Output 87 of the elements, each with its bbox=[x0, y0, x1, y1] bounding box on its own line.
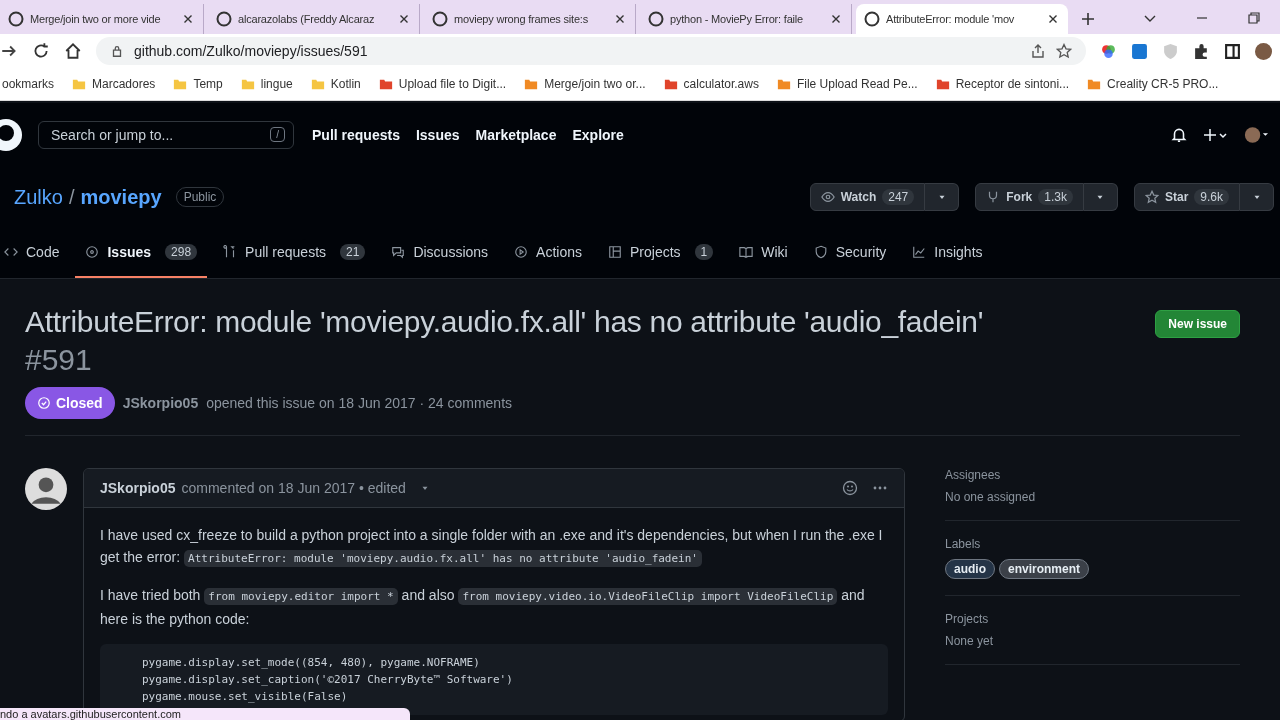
bookmark[interactable]: File Upload Read Pe... bbox=[776, 77, 918, 91]
bookmark[interactable]: Creality CR-5 PRO... bbox=[1087, 77, 1219, 91]
bookmark[interactable]: calculator.aws bbox=[663, 77, 759, 91]
comment-paragraph: I have tried both from moviepy.editor import * and also from moviepy.video.io.VideoFileClip import VideoFileClip and here is the python code: bbox=[100, 586, 866, 629]
avatar-icon[interactable] bbox=[1244, 125, 1268, 144]
bookmark-icon bbox=[524, 77, 539, 91]
table-icon bbox=[608, 245, 622, 259]
bookmark-icon bbox=[72, 77, 86, 91]
sidebar-heading[interactable]: Labels bbox=[945, 537, 1240, 551]
bookmark[interactable]: ookmarks bbox=[2, 77, 54, 91]
status-bubble: ndo a avatars.githubusercontent.com bbox=[0, 708, 410, 720]
reload-icon[interactable] bbox=[32, 42, 50, 60]
repo-tab[interactable]: Projects 1 bbox=[598, 228, 724, 278]
book-icon bbox=[739, 245, 754, 259]
home-icon[interactable] bbox=[64, 42, 82, 60]
new-tab-icon[interactable] bbox=[1080, 11, 1096, 27]
avatar-icon bbox=[25, 468, 67, 510]
repo-tab[interactable]: Pull requests 21 bbox=[213, 228, 376, 278]
extension-icon[interactable] bbox=[1100, 42, 1117, 60]
issue-title: AttributeError: module 'moviepy.audio.fx.all' has no attribute 'audio_fadein' bbox=[25, 305, 984, 339]
nav-link[interactable]: Marketplace bbox=[475, 126, 557, 143]
bookmark[interactable]: Kotlin bbox=[310, 77, 361, 91]
new-issue-button[interactable]: New issue bbox=[1155, 310, 1240, 338]
issue-label[interactable]: audio bbox=[945, 559, 995, 579]
graph-icon bbox=[912, 245, 927, 259]
code-icon bbox=[4, 245, 18, 259]
author-link[interactable]: JSkorpio05 bbox=[100, 480, 176, 496]
repo-tab[interactable]: Code bbox=[0, 228, 70, 278]
path-separator: / bbox=[68, 185, 75, 209]
repo-tab[interactable]: Actions bbox=[504, 228, 592, 278]
github-logo-icon[interactable] bbox=[0, 118, 22, 151]
address-bar[interactable]: github.com/Zulko/moviepy/issues/591 bbox=[96, 37, 1086, 65]
bookmark-icon bbox=[240, 77, 255, 91]
share-icon[interactable] bbox=[1030, 43, 1046, 59]
puzzle-icon[interactable] bbox=[1193, 42, 1210, 60]
comment-paragraph: I have used cx_freeze to build a python project into a single folder with an .exe and it's dependencies, but when I run the .exe I get the error: AttributeError: module 'moviepy.audio.fx.all' has no attribute 'audio_fadein' bbox=[100, 526, 884, 569]
repo-tab[interactable]: Wiki bbox=[729, 228, 798, 278]
repo-link[interactable]: moviepy bbox=[80, 185, 162, 209]
smiley-icon[interactable] bbox=[842, 480, 858, 496]
chat-icon bbox=[391, 245, 406, 259]
owner-link[interactable]: Zulko bbox=[14, 185, 63, 209]
repo-action-button[interactable]: Star 9.6k bbox=[1133, 183, 1240, 211]
bookmark-icon bbox=[663, 77, 678, 91]
nav-link[interactable]: Issues bbox=[415, 126, 460, 143]
comment-meta: commented on 18 Jun 2017 • edited bbox=[181, 480, 406, 496]
bookmark[interactable]: Temp bbox=[173, 77, 223, 91]
issue-label[interactable]: environment bbox=[999, 559, 1089, 579]
sidebar-icon[interactable] bbox=[1224, 42, 1241, 60]
check-circle-icon bbox=[37, 396, 51, 410]
sidebar-heading[interactable]: Assignees bbox=[945, 468, 1240, 482]
sidebar-value: No one assigned bbox=[945, 490, 1037, 504]
star-icon[interactable] bbox=[1056, 43, 1072, 59]
shield-icon bbox=[813, 245, 828, 259]
bookmark[interactable]: Marcadores bbox=[72, 77, 156, 91]
repo-tab[interactable]: Insights bbox=[902, 228, 993, 278]
extension-icon[interactable] bbox=[1131, 42, 1148, 60]
bookmark[interactable]: Upload file to Digit... bbox=[378, 77, 507, 91]
bookmark[interactable]: lingue bbox=[240, 77, 293, 91]
bookmark-icon bbox=[935, 77, 950, 91]
lock-icon bbox=[110, 44, 124, 58]
issue-number: #591 bbox=[25, 343, 93, 377]
bookmark[interactable]: Receptor de sintoni... bbox=[935, 77, 1070, 91]
repo-action-button[interactable]: Watch 247 bbox=[809, 183, 926, 211]
bookmark-icon bbox=[1087, 77, 1102, 91]
issue-meta: opened this issue on 18 Jun 2017 · 24 comments bbox=[206, 395, 513, 411]
bookmark-icon bbox=[173, 77, 188, 91]
closed-status-badge: Closed bbox=[25, 387, 115, 419]
browser-tab[interactable]: AttributeError: module 'mov bbox=[856, 4, 1068, 34]
bookmark-icon bbox=[776, 77, 791, 91]
search-field[interactable]: Search or jump to... / bbox=[38, 120, 294, 149]
repo-tab[interactable]: Discussions bbox=[381, 228, 499, 278]
issue-icon bbox=[85, 245, 100, 259]
restore-icon[interactable] bbox=[1246, 10, 1262, 26]
sidebar-value: None yet bbox=[945, 634, 995, 648]
author-link[interactable]: JSkorpio05 bbox=[122, 395, 199, 411]
repo-action-button[interactable]: Fork 1.3k bbox=[975, 183, 1084, 211]
star-icon bbox=[1144, 190, 1159, 204]
repo-tab[interactable]: Security bbox=[803, 228, 897, 278]
bookmark-icon bbox=[378, 77, 393, 91]
avatar-icon[interactable] bbox=[1255, 42, 1272, 60]
sidebar-heading[interactable]: Projects bbox=[945, 612, 1240, 626]
nav-link[interactable]: Explore bbox=[572, 126, 624, 143]
bookmark-icon bbox=[310, 77, 325, 91]
play-icon bbox=[514, 245, 529, 259]
bookmark[interactable]: Merge/join two or... bbox=[524, 77, 646, 91]
eye-icon bbox=[820, 190, 835, 204]
nav-link[interactable]: Pull requests bbox=[312, 126, 400, 143]
